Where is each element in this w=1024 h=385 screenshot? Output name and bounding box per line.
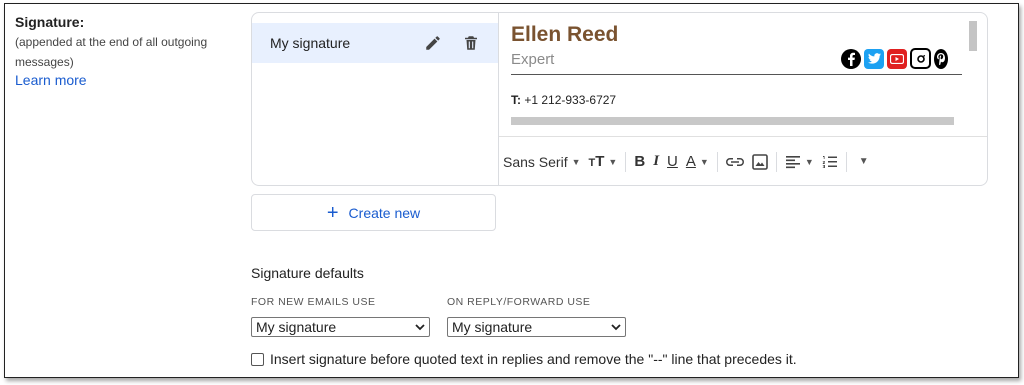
create-new-label: Create new: [348, 204, 421, 221]
font-select[interactable]: Sans Serif ▼: [499, 147, 585, 177]
preview-scrollbar[interactable]: [969, 21, 977, 51]
signature-editor: My signature Ellen Reed Expert T: +1 212…: [251, 12, 988, 186]
delete-icon[interactable]: [460, 32, 482, 54]
learn-more-link[interactable]: Learn more: [15, 72, 240, 88]
insert-before-label: Insert signature before quoted text in r…: [270, 351, 797, 367]
link-button[interactable]: [722, 147, 748, 177]
signature-list-item[interactable]: My signature: [252, 23, 498, 63]
chevron-down-icon: ▼: [571, 156, 581, 167]
signature-list: My signature: [252, 13, 499, 185]
bold-icon: B: [634, 153, 646, 170]
youtube-icon: [887, 48, 907, 69]
align-left-icon: [785, 155, 800, 168]
signature-settings-panel: Signature: (appended at the end of all o…: [4, 3, 1019, 378]
text-color-button[interactable]: A ▼: [682, 147, 713, 177]
chevron-down-icon: ▼: [699, 156, 709, 167]
chevron-down-icon: [611, 323, 621, 330]
chevron-down-icon: ▼: [858, 156, 869, 167]
chevron-down-icon: ▼: [608, 156, 618, 167]
font-size-icon: TT: [588, 153, 605, 170]
insert-before-option: Insert signature before quoted text in r…: [251, 351, 797, 367]
chevron-down-icon: ▼: [804, 156, 814, 167]
font-size-button[interactable]: TT ▼: [585, 147, 622, 177]
italic-button[interactable]: I: [649, 147, 663, 177]
social-icons: [841, 48, 948, 69]
preview-phone: T: +1 212-933-6727: [511, 93, 616, 107]
edit-icon[interactable]: [422, 32, 444, 54]
align-button[interactable]: ▼: [781, 147, 818, 177]
numbered-list-icon: [822, 155, 837, 168]
insert-before-checkbox[interactable]: [251, 352, 264, 366]
preview-name: Ellen Reed: [511, 23, 619, 46]
reply-forward-select[interactable]: My signature: [447, 317, 626, 337]
numbered-list-button[interactable]: [818, 147, 842, 177]
signature-description: (appended at the end of all outgoing mes…: [15, 35, 208, 69]
underline-button[interactable]: U: [663, 147, 682, 177]
new-emails-label: FOR NEW EMAILS USE: [251, 296, 376, 308]
chevron-down-icon: [415, 323, 425, 330]
formatting-toolbar: Sans Serif ▼ TT ▼ B I U A ▼ ▼ ▼: [499, 136, 987, 185]
new-emails-value: My signature: [256, 319, 337, 335]
font-select-label: Sans Serif: [503, 153, 568, 170]
signature-banner-placeholder: [511, 117, 954, 125]
toolbar-separator: [716, 151, 718, 172]
signature-divider: [511, 74, 962, 75]
instagram-icon: [910, 48, 931, 69]
signature-title: Signature:: [15, 14, 85, 30]
plus-icon: +: [326, 201, 339, 224]
toolbar-separator: [845, 151, 847, 172]
signature-name: My signature: [270, 35, 351, 51]
toolbar-separator: [625, 151, 627, 172]
underline-icon: U: [667, 153, 678, 170]
bold-button[interactable]: B: [630, 147, 649, 177]
signature-defaults-title: Signature defaults: [251, 265, 364, 281]
reply-forward-value: My signature: [452, 319, 533, 335]
reply-forward-label: ON REPLY/FORWARD USE: [447, 296, 591, 308]
text-color-icon: A: [685, 153, 696, 170]
phone-number: +1 212-933-6727: [524, 93, 617, 107]
signature-section-header: Signature: (appended at the end of all o…: [15, 14, 240, 88]
signature-preview[interactable]: Ellen Reed Expert T: +1 212-933-6727: [499, 13, 987, 135]
more-formatting-button[interactable]: ▼: [851, 147, 873, 177]
new-emails-select[interactable]: My signature: [251, 317, 430, 337]
phone-label: T:: [511, 93, 521, 107]
insert-image-button[interactable]: [748, 147, 772, 177]
toolbar-separator: [775, 151, 777, 172]
facebook-icon: [841, 48, 861, 69]
pinterest-icon: [934, 48, 948, 69]
italic-icon: I: [653, 153, 660, 169]
link-icon: [725, 157, 744, 166]
twitter-icon: [864, 48, 884, 69]
preview-role: Expert: [511, 51, 555, 68]
create-new-button[interactable]: + Create new: [251, 194, 496, 231]
image-icon: [752, 153, 768, 170]
